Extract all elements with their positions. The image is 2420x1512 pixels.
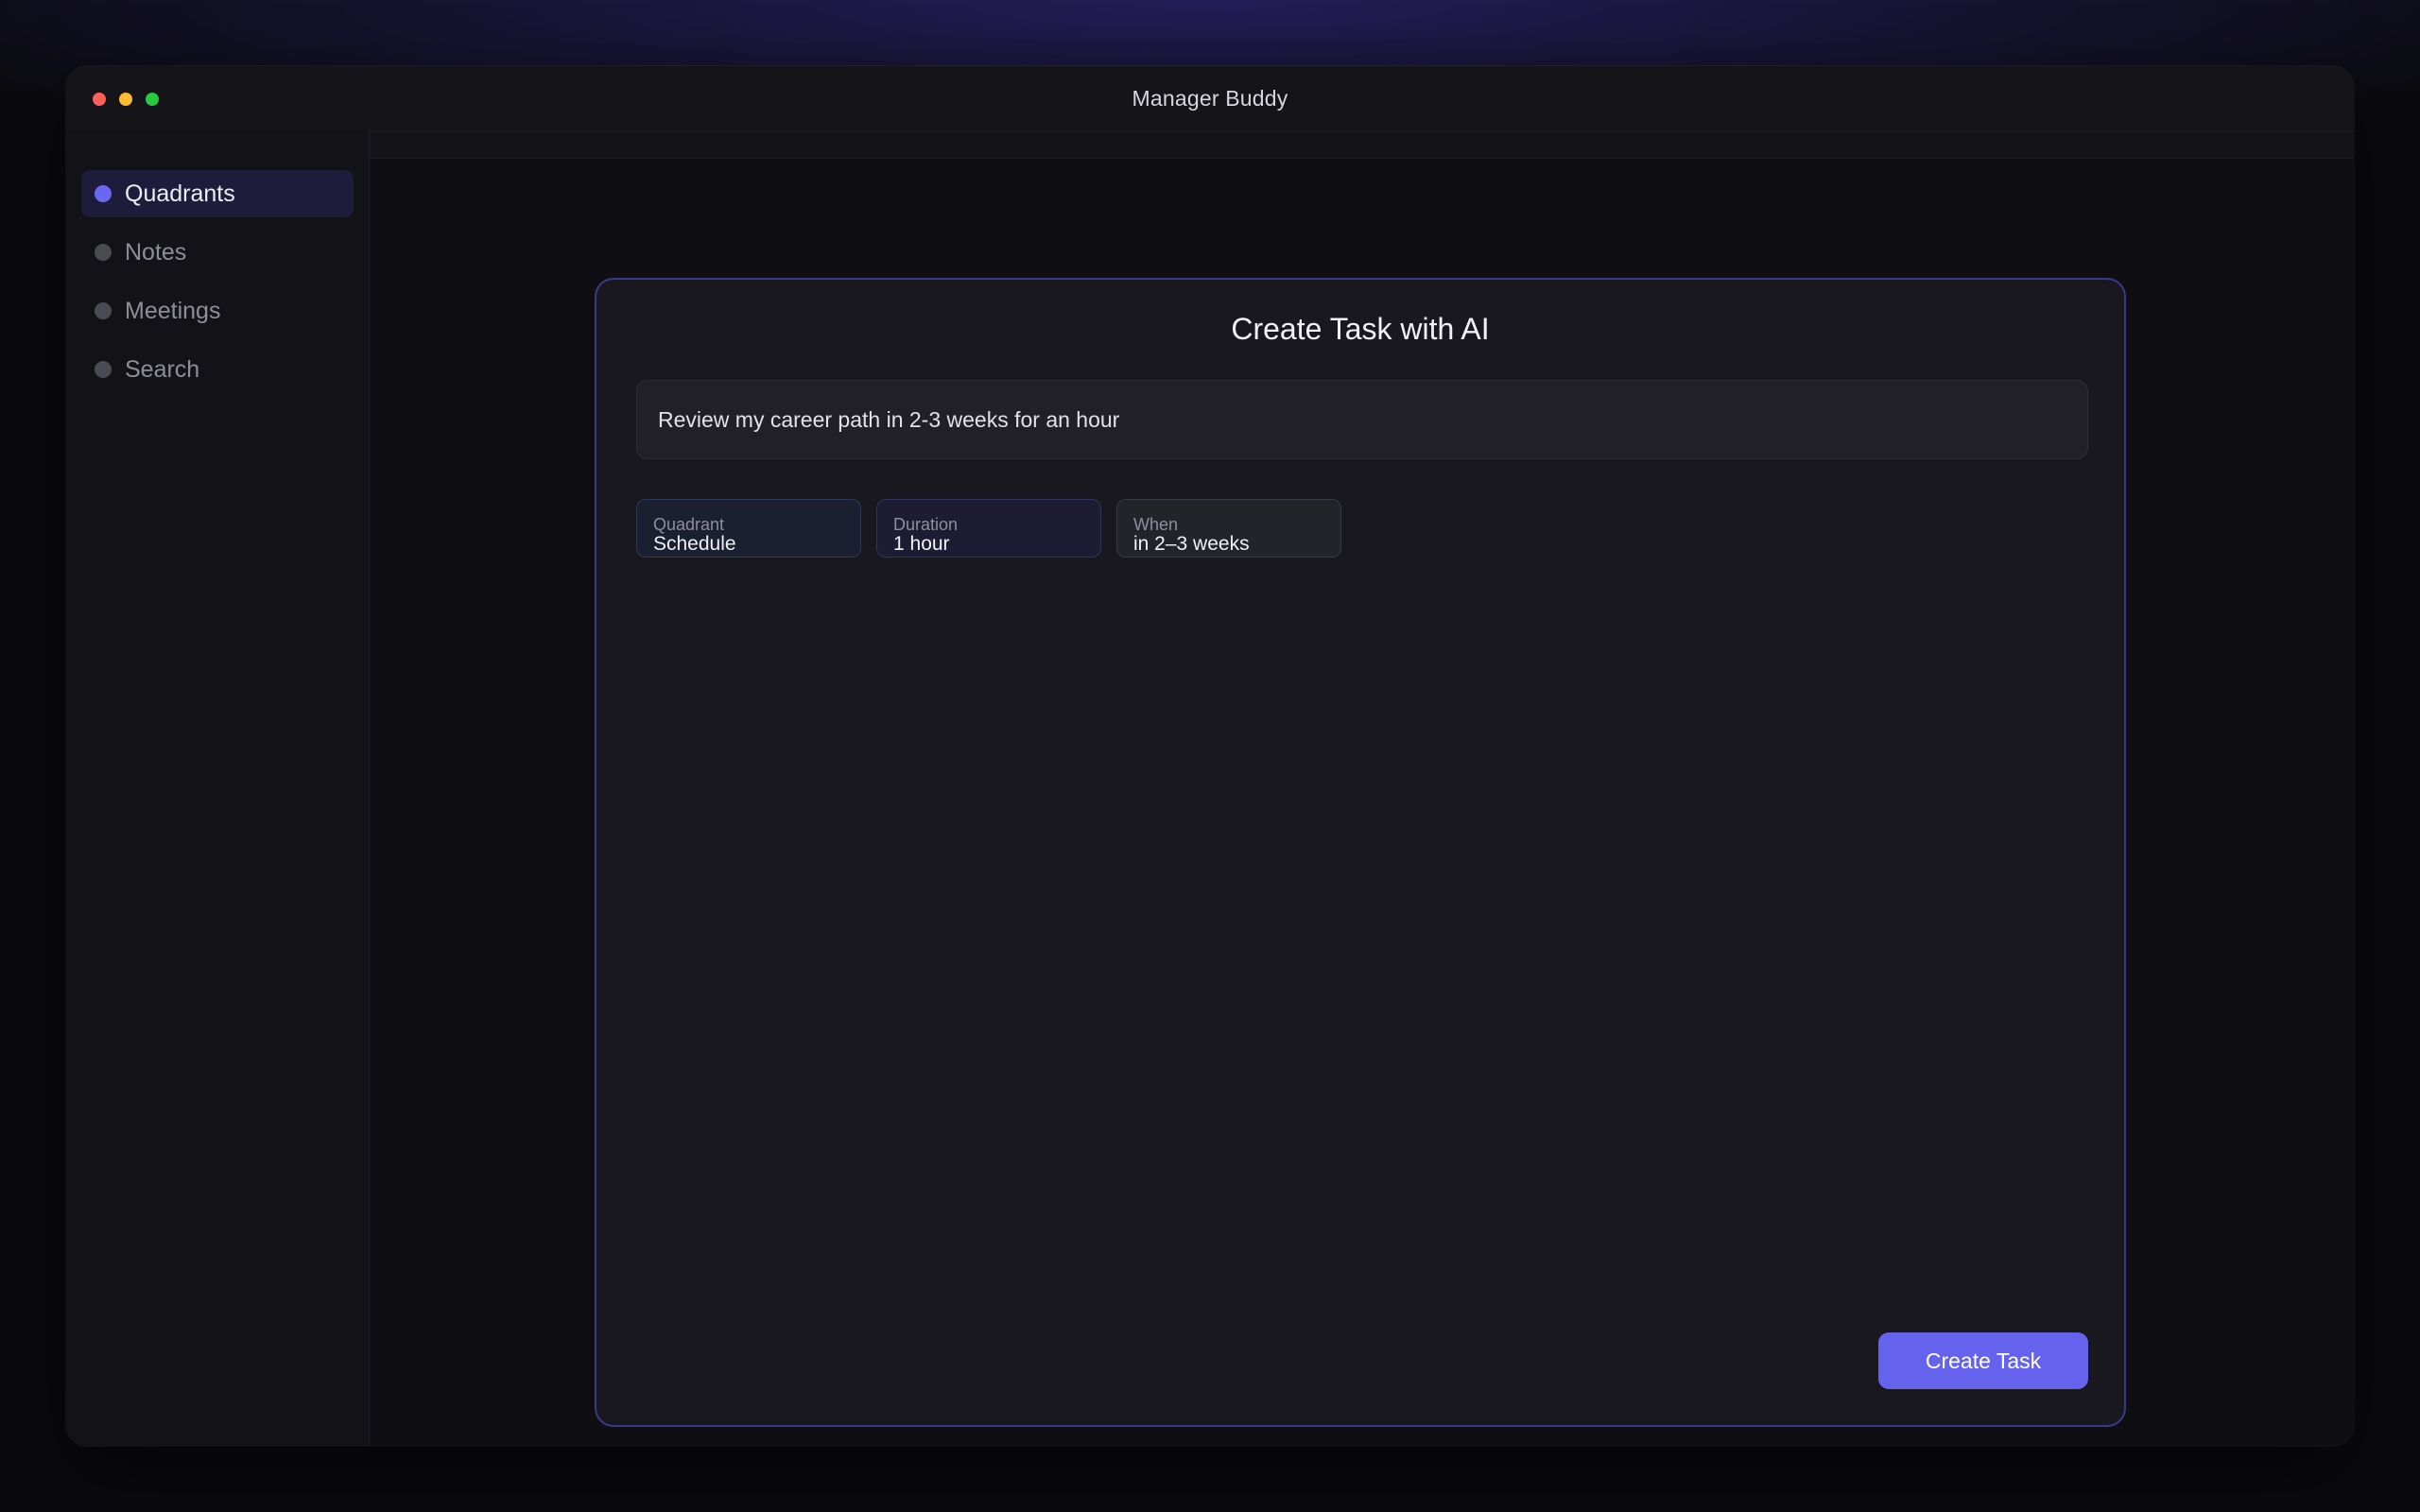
chip-label: When [1133, 515, 1179, 534]
sidebar-item-label: Quadrants [125, 180, 235, 207]
sidebar-item-search[interactable]: Search [81, 346, 354, 393]
chip-label: Quadrant [653, 515, 725, 534]
chip-value: in 2–3 weeks [1133, 533, 1250, 555]
dialog-title: Create Task with AI [1231, 312, 1490, 346]
window-title: Manager Buddy [1132, 86, 1288, 111]
toolbar-strip [370, 130, 2354, 159]
quadrant-chip[interactable]: Quadrant Schedule [636, 499, 861, 558]
sidebar: Quadrants Notes Meetings Search [66, 130, 370, 1446]
duration-chip[interactable]: Duration 1 hour [876, 499, 1101, 558]
dot-icon [95, 244, 112, 261]
dot-icon [95, 302, 112, 319]
sidebar-item-meetings[interactable]: Meetings [81, 287, 354, 335]
main-content: Create Task with AI Quadrant Schedule Du… [370, 130, 2354, 1446]
chip-label: Duration [893, 515, 959, 534]
dot-icon [95, 185, 112, 202]
sidebar-item-label: Meetings [125, 297, 221, 324]
create-task-button[interactable]: Create Task [1878, 1332, 2088, 1389]
sidebar-item-label: Notes [125, 238, 187, 266]
sidebar-item-label: Search [125, 355, 200, 383]
create-task-dialog: Create Task with AI Quadrant Schedule Du… [595, 278, 2126, 1427]
sidebar-item-quadrants[interactable]: Quadrants [81, 170, 354, 217]
dot-icon [95, 361, 112, 378]
chip-value: Schedule [653, 533, 736, 555]
task-prompt-input[interactable] [636, 380, 2088, 459]
sidebar-item-notes[interactable]: Notes [81, 229, 354, 276]
title-bar: Manager Buddy [66, 66, 2354, 130]
app-window: Manager Buddy Quadrants Notes Meetings S… [66, 66, 2354, 1446]
chip-value: 1 hour [893, 533, 950, 555]
when-chip[interactable]: When in 2–3 weeks [1116, 499, 1341, 558]
